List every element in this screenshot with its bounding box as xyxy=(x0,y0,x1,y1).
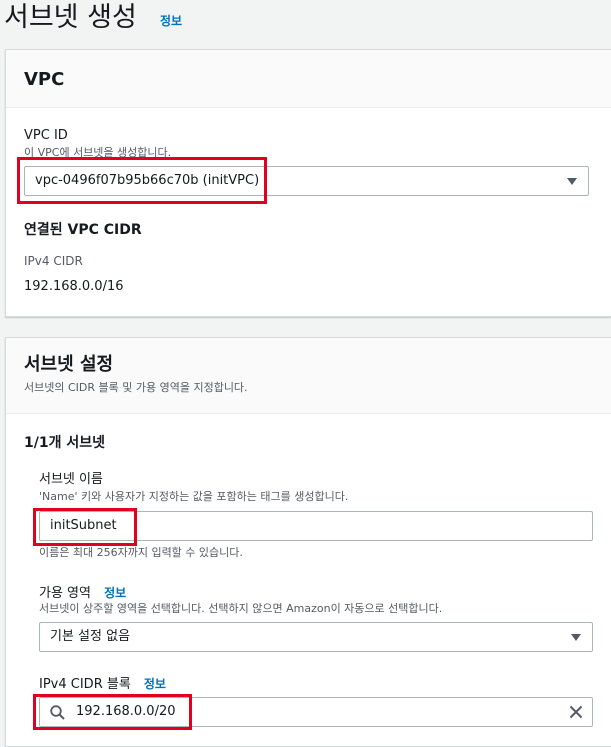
vpc-id-description: 이 VPC에 서브넷을 생성합니다. xyxy=(24,146,172,159)
subnet-count-heading: 1/1개 서브넷 xyxy=(24,435,105,451)
vpc-id-selected-value: vpc-0496f07b95b66c70b (initVPC) xyxy=(35,173,260,188)
cidr-block-label: IPv4 CIDR 블록 xyxy=(39,677,131,692)
clear-icon[interactable] xyxy=(569,705,583,719)
az-select[interactable]: 기본 설정 없음 xyxy=(39,622,593,652)
subnet-name-hint: 이름은 최대 256자까지 입력할 수 있습니다. xyxy=(39,546,243,559)
az-description: 서브넷이 상주할 영역을 선택합니다. 선택하지 않으면 Amazon이 자동으… xyxy=(39,602,443,615)
subnet-name-value: initSubnet xyxy=(50,518,117,533)
subnet-name-input[interactable]: initSubnet xyxy=(39,511,593,541)
subnet-card-title: 서브넷 설정 xyxy=(24,354,114,375)
subnet-name-label: 서브넷 이름 xyxy=(39,472,103,487)
az-label: 가용 영역 xyxy=(39,586,91,601)
ipv4-cidr-label: IPv4 CIDR xyxy=(24,254,83,268)
az-info-link[interactable]: 정보 xyxy=(104,586,126,600)
cidr-block-input[interactable]: 192.168.0.0/20 xyxy=(39,697,593,727)
vpc-cidr-heading: 연결된 VPC CIDR xyxy=(24,222,142,238)
page-title: 서브넷 생성 xyxy=(4,2,137,33)
subnet-settings-card: 서브넷 설정 서브넷의 CIDR 블록 및 가용 영역을 지정합니다. 1/1개… xyxy=(5,337,611,747)
page-header: 서브넷 생성 정보 xyxy=(0,0,611,50)
az-selected-value: 기본 설정 없음 xyxy=(50,629,131,644)
vpc-card-header: VPC xyxy=(6,50,611,108)
subnet-card-description: 서브넷의 CIDR 블록 및 가용 영역을 지정합니다. xyxy=(24,381,248,394)
cidr-label-row: IPv4 CIDR 블록 정보 xyxy=(39,673,166,694)
chevron-down-icon xyxy=(567,178,577,185)
vpc-card: VPC VPC ID 이 VPC에 서브넷을 생성합니다. vpc-0496f0… xyxy=(5,49,611,317)
vpc-card-title: VPC xyxy=(24,69,65,90)
az-label-row: 가용 영역 정보 xyxy=(39,582,126,603)
search-icon xyxy=(50,705,65,720)
ipv4-cidr-value: 192.168.0.0/16 xyxy=(24,279,124,294)
subnet-name-description: 'Name' 키와 사용자가 지정하는 값을 포함하는 태그를 생성합니다. xyxy=(39,490,349,503)
cidr-info-link[interactable]: 정보 xyxy=(144,677,166,691)
vpc-id-select[interactable]: vpc-0496f07b95b66c70b (initVPC) xyxy=(24,166,589,196)
cidr-block-value: 192.168.0.0/20 xyxy=(76,704,176,719)
subnet-card-header: 서브넷 설정 서브넷의 CIDR 블록 및 가용 영역을 지정합니다. xyxy=(6,338,611,414)
vpc-id-label: VPC ID xyxy=(24,128,68,143)
chevron-down-icon xyxy=(571,634,581,641)
title-info-link[interactable]: 정보 xyxy=(160,12,182,29)
